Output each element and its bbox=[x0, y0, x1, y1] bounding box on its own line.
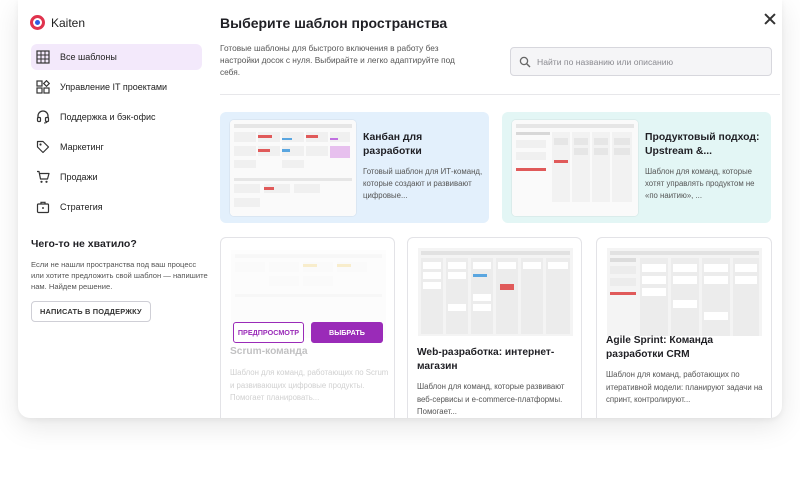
cart-icon bbox=[36, 170, 50, 184]
sidebar-item-label: Управление IT проектами bbox=[60, 82, 168, 92]
search-box[interactable] bbox=[510, 47, 772, 76]
tag-icon bbox=[36, 140, 50, 154]
featured-card-kanban[interactable]: Канбан для разработки Готовый шаблон для… bbox=[220, 112, 489, 223]
template-title: Продуктовый подход: Upstream &... bbox=[645, 132, 760, 157]
page-title: Выберите шаблон пространства bbox=[220, 15, 448, 31]
featured-card-upstream[interactable]: Продуктовый подход: Upstream &... Шаблон… bbox=[502, 112, 771, 223]
close-icon[interactable] bbox=[764, 13, 776, 25]
sidebar-item-label: Поддержка и бэк-офис bbox=[60, 112, 156, 122]
sidebar-item-label: Продажи bbox=[60, 172, 98, 182]
missing-template-block: Чего-то не хватило? Если не нашли простр… bbox=[31, 238, 211, 322]
search-input[interactable] bbox=[537, 56, 757, 67]
search-icon bbox=[519, 56, 531, 67]
sidebar-item-label: Маркетинг bbox=[60, 142, 104, 152]
template-preview-image bbox=[512, 120, 638, 216]
template-description: Шаблон для команд, работающих по итерати… bbox=[606, 370, 763, 404]
template-picker-modal: Kaiten Все шаблоны Управление IT проекта… bbox=[18, 0, 782, 418]
sidebar-item-label: Стратегия bbox=[60, 202, 103, 212]
template-description: Шаблон для команд, которые хотят управля… bbox=[645, 167, 755, 200]
page-subtitle: Готовые шаблоны для быстрого включения в… bbox=[220, 43, 455, 77]
template-preview-image bbox=[607, 248, 762, 336]
sidebar-item-support[interactable]: Поддержка и бэк-офис bbox=[31, 104, 202, 130]
preview-button[interactable]: ПРЕДПРОСМОТР bbox=[233, 322, 304, 343]
sidebar-item-all-templates[interactable]: Все шаблоны bbox=[31, 44, 202, 70]
missing-text: Если не нашли пространства под ваш проце… bbox=[31, 260, 208, 291]
template-title: Scrum-команда bbox=[230, 346, 308, 357]
sidebar-item-it-projects[interactable]: Управление IT проектами bbox=[31, 74, 202, 100]
sidebar-item-strategy[interactable]: Стратегия bbox=[31, 194, 202, 220]
template-preview-image bbox=[230, 120, 356, 216]
write-support-button[interactable]: НАПИСАТЬ В ПОДДЕРЖКУ bbox=[31, 301, 151, 322]
headset-icon bbox=[36, 110, 50, 124]
briefcase-icon bbox=[36, 200, 50, 214]
template-title: Web-разработка: интернет-магазин bbox=[417, 347, 555, 372]
template-description: Готовый шаблон для ИТ-команд, которые со… bbox=[363, 167, 483, 200]
sidebar-item-label: Все шаблоны bbox=[60, 52, 117, 62]
sidebar-nav: Все шаблоны Управление IT проектами Подд… bbox=[31, 44, 202, 224]
brand: Kaiten bbox=[30, 15, 85, 30]
template-card-web[interactable]: Web-разработка: интернет-магазин Шаблон … bbox=[407, 237, 582, 418]
template-description: Шаблон для команд, работающих по Scrum и… bbox=[230, 368, 389, 402]
sidebar-item-sales[interactable]: Продажи bbox=[31, 164, 202, 190]
template-card-agile-crm[interactable]: Agile Sprint: Команда разработки CRM Шаб… bbox=[596, 237, 772, 418]
brand-name: Kaiten bbox=[51, 15, 86, 30]
grid-icon bbox=[36, 50, 50, 64]
divider bbox=[220, 94, 780, 95]
template-title: Канбан для разработки bbox=[363, 132, 423, 157]
template-preview-image bbox=[418, 248, 573, 336]
template-description: Шаблон для команд, которые развивают веб… bbox=[417, 382, 565, 416]
sidebar-item-marketing[interactable]: Маркетинг bbox=[31, 134, 202, 160]
missing-title: Чего-то не хватило? bbox=[31, 238, 137, 250]
template-card-scrum[interactable]: ПРЕДПРОСМОТР ВЫБРАТЬ Scrum-команда Шабло… bbox=[220, 237, 395, 418]
kaiten-logo-icon bbox=[30, 15, 45, 30]
choose-button[interactable]: ВЫБРАТЬ bbox=[311, 322, 383, 343]
blocks-icon bbox=[36, 80, 50, 94]
template-title: Agile Sprint: Команда разработки CRM bbox=[606, 335, 714, 360]
